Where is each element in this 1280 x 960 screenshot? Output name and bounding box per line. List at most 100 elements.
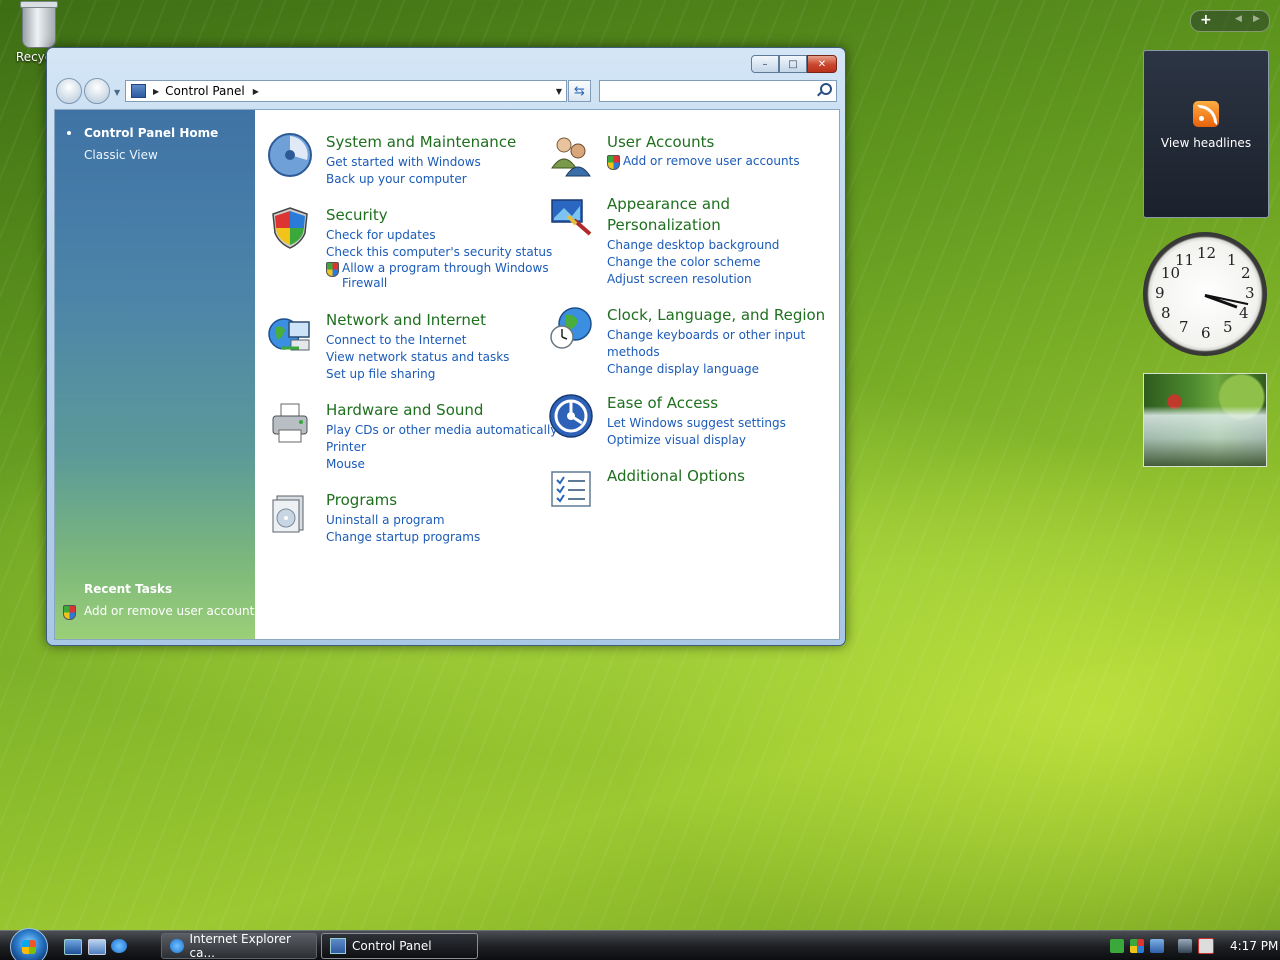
task-link[interactable]: Mouse — [326, 456, 557, 473]
user-accounts-icon[interactable] — [548, 132, 594, 178]
network-internet-icon[interactable] — [267, 310, 313, 356]
clock-number: 1 — [1227, 251, 1237, 269]
start-button[interactable] — [10, 928, 48, 960]
additional-options-icon[interactable] — [548, 466, 594, 512]
appearance-icon[interactable] — [548, 194, 594, 240]
category-title[interactable]: Clock, Language, and Region — [607, 305, 825, 325]
task-link[interactable]: Change display language — [607, 361, 805, 378]
task-link-label[interactable]: Add or remove user accounts — [623, 154, 800, 168]
taskbar-button-control-panel[interactable]: Control Panel — [321, 933, 478, 959]
task-link[interactable]: Adjust screen resolution — [607, 271, 779, 288]
task-link[interactable]: Uninstall a program — [326, 512, 480, 529]
content-area: Control Panel Home Classic View Recent T… — [54, 109, 840, 640]
task-link[interactable]: Check for updates — [326, 227, 552, 244]
feed-headlines-gadget[interactable]: View headlines — [1143, 50, 1269, 218]
breadcrumb-arrow-icon[interactable]: ▶ — [253, 87, 259, 96]
recent-tasks-heading: Recent Tasks — [84, 582, 173, 596]
minimize-button[interactable]: – — [751, 55, 779, 73]
task-link[interactable]: Connect to the Internet — [326, 332, 509, 349]
category-title[interactable]: Ease of Access — [607, 393, 718, 413]
task-link[interactable]: Set up file sharing — [326, 366, 509, 383]
clock-gadget[interactable]: 12 1 2 3 4 5 6 7 8 9 10 11 — [1143, 232, 1267, 356]
category-title[interactable]: Security — [326, 205, 388, 225]
uac-shield-icon — [63, 605, 76, 620]
volume-muted-icon[interactable] — [1198, 938, 1214, 954]
taskbar: Internet Explorer ca... Control Panel 4:… — [0, 928, 1280, 960]
recent-pages-dropdown[interactable]: ▼ — [114, 88, 120, 97]
task-link[interactable]: Change the color scheme — [607, 254, 779, 271]
next-page-icon[interactable]: ▶ — [1253, 14, 1260, 24]
task-link[interactable]: Let Windows suggest settings — [607, 415, 786, 432]
internet-explorer-icon — [170, 939, 184, 953]
category-title[interactable]: Personalization — [607, 215, 721, 235]
security-shield-icon[interactable] — [267, 205, 313, 251]
show-desktop-icon[interactable] — [64, 939, 82, 955]
task-link[interactable]: methods — [607, 344, 805, 361]
task-link-label[interactable]: Allow a program through Windows Firewall — [342, 261, 549, 290]
clock-number: 2 — [1241, 264, 1251, 282]
address-bar[interactable]: ▶ Control Panel ▶ ▼ — [125, 80, 567, 102]
address-dropdown-icon[interactable]: ▼ — [556, 87, 562, 96]
category-title[interactable]: Additional Options — [607, 466, 745, 486]
task-link[interactable]: Play CDs or other media automatically — [326, 422, 557, 439]
sidebar-item-control-panel-home[interactable]: Control Panel Home — [84, 126, 218, 140]
sidebar-item-classic-view[interactable]: Classic View — [84, 148, 158, 162]
current-page-bullet — [67, 131, 71, 135]
category-title[interactable]: Hardware and Sound — [326, 400, 483, 420]
task-link[interactable]: Get started with Windows — [326, 154, 481, 171]
category-title[interactable]: Programs — [326, 490, 397, 510]
close-button[interactable]: ✕ — [807, 55, 837, 73]
task-link[interactable]: Change startup programs — [326, 529, 480, 546]
task-link[interactable]: Printer — [326, 439, 557, 456]
back-button[interactable] — [56, 78, 82, 104]
category-title[interactable]: Network and Internet — [326, 310, 486, 330]
system-tray: 4:17 PM — [1110, 931, 1278, 960]
task-link[interactable]: Change keyboards or other input — [607, 327, 805, 344]
globe-clock-icon[interactable] — [548, 305, 594, 351]
add-gadget-button[interactable]: + — [1200, 12, 1212, 28]
control-panel-icon — [330, 938, 346, 954]
uac-shield-icon — [607, 155, 620, 170]
clock-number: 12 — [1197, 244, 1217, 262]
forward-button[interactable] — [84, 78, 110, 104]
system-maintenance-icon[interactable] — [267, 132, 313, 178]
clock-number: 4 — [1239, 304, 1249, 322]
task-link[interactable]: Check this computer's security status — [326, 244, 552, 261]
rss-icon — [1193, 101, 1219, 127]
task-link[interactable]: Back up your computer — [326, 171, 481, 188]
windows-sidebar-icon[interactable] — [1150, 939, 1164, 953]
taskbar-button-internet-explorer[interactable]: Internet Explorer ca... — [161, 932, 317, 960]
task-link[interactable]: Change desktop background — [607, 237, 779, 254]
slide-show-gadget[interactable] — [1143, 373, 1267, 467]
maximize-button[interactable]: □ — [779, 55, 807, 73]
switch-windows-icon[interactable] — [88, 939, 106, 955]
breadcrumb-arrow-icon[interactable]: ▶ — [153, 87, 159, 96]
category-title[interactable]: User Accounts — [607, 132, 714, 152]
taskbar-button-label: Internet Explorer ca... — [189, 932, 291, 960]
category-title[interactable]: System and Maintenance — [326, 132, 516, 152]
clock-number: 3 — [1245, 284, 1255, 302]
printer-icon[interactable] — [267, 400, 313, 446]
security-alert-icon[interactable] — [1130, 939, 1144, 953]
ease-of-access-icon[interactable] — [548, 393, 594, 439]
recent-task-link[interactable]: Add or remove user accounts — [84, 604, 261, 618]
trash-can-icon — [20, 1, 58, 48]
network-connection-icon[interactable] — [1178, 939, 1192, 953]
control-panel-icon — [131, 84, 146, 98]
previous-page-icon[interactable]: ◀ — [1235, 14, 1242, 24]
task-link-with-shield[interactable]: Add or remove user accounts — [607, 154, 833, 170]
task-link-with-shield[interactable]: Allow a program through Windows Firewall — [326, 261, 552, 291]
clock-time[interactable]: 4:17 PM — [1230, 939, 1278, 953]
clock-number: 8 — [1161, 304, 1171, 322]
category-title[interactable]: Appearance and — [607, 194, 730, 214]
task-link[interactable]: View network status and tasks — [326, 349, 509, 366]
programs-icon[interactable] — [267, 490, 313, 536]
view-headlines-link[interactable]: View headlines — [1144, 136, 1268, 150]
network-status-icon[interactable] — [1110, 939, 1124, 953]
internet-explorer-icon[interactable] — [111, 939, 127, 953]
search-input[interactable] — [599, 80, 837, 102]
task-link[interactable]: Optimize visual display — [607, 432, 786, 449]
refresh-button[interactable]: ⇆ — [568, 80, 591, 102]
search-icon[interactable] — [820, 83, 832, 95]
breadcrumb-control-panel[interactable]: Control Panel — [165, 84, 245, 98]
